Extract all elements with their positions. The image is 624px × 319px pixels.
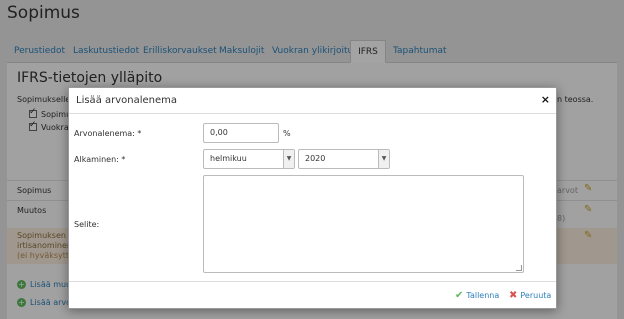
selite-textarea[interactable]	[203, 175, 524, 273]
cross-icon: ✖	[509, 290, 518, 301]
year-select[interactable]: 2020 ▼	[298, 149, 390, 169]
percent-unit: %	[283, 129, 291, 138]
month-select[interactable]: helmikuu ▼	[203, 149, 295, 169]
add-impairment-dialog: Lisää arvonalenema × Arvonalenema: * 0,0…	[68, 87, 557, 309]
year-select-value: 2020	[305, 154, 326, 163]
arvonalenema-input[interactable]: 0,00	[203, 123, 279, 143]
save-button-label: Tallenna	[466, 291, 500, 300]
month-select-value: helmikuu	[210, 154, 247, 163]
cancel-button-label: Peruuta	[520, 291, 552, 300]
selite-label: Selite:	[74, 220, 100, 229]
resize-handle[interactable]	[516, 265, 522, 271]
checkmark-icon: ✔	[455, 290, 464, 301]
modal-title: Lisää arvonalenema	[76, 95, 178, 106]
alkaminen-label: Alkaminen: *	[74, 155, 126, 164]
save-button[interactable]: ✔ Tallenna	[455, 290, 499, 301]
modal-footer: ✔ Tallenna ✖ Peruuta	[69, 281, 556, 309]
cancel-button[interactable]: ✖ Peruuta	[509, 290, 551, 301]
modal-header: Lisää arvonalenema ×	[69, 88, 556, 114]
chevron-down-icon: ▼	[378, 150, 389, 168]
arvonalenema-label: Arvonalenema: *	[74, 129, 142, 138]
chevron-down-icon: ▼	[283, 150, 294, 168]
close-icon[interactable]: ×	[541, 93, 550, 106]
